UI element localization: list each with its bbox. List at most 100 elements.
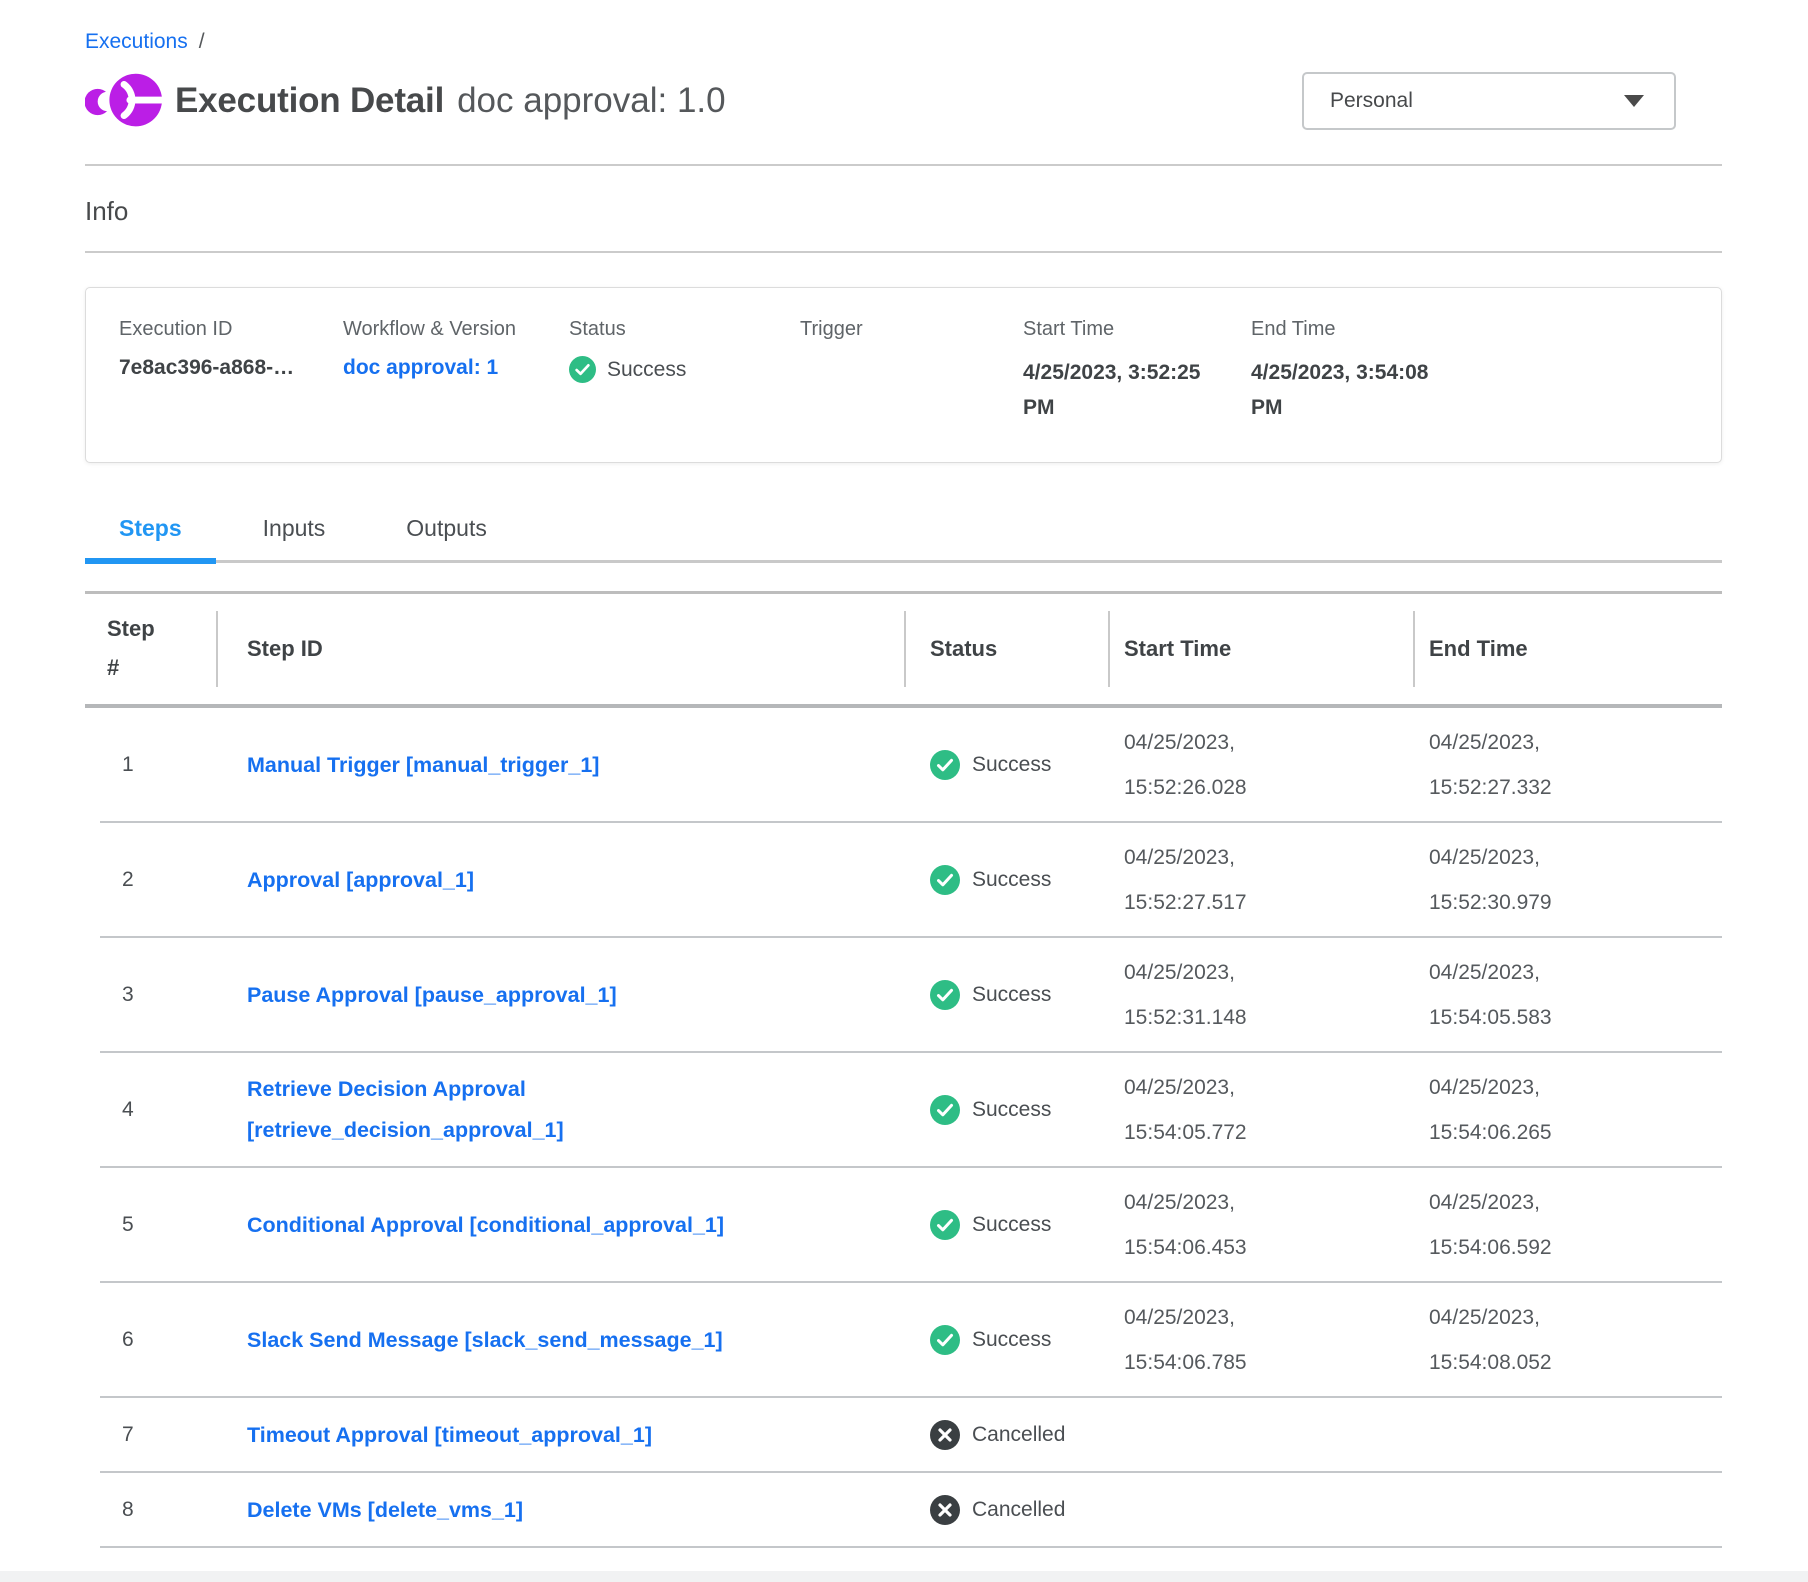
workspace-selector[interactable]: Personal (1302, 72, 1676, 130)
step-status-text: Success (972, 753, 1051, 777)
step-id-link[interactable]: Slack Send Message [slack_send_message_1… (247, 1320, 723, 1361)
step-status: Success (904, 1325, 1108, 1355)
step-number: 1 (85, 753, 216, 777)
table-row: 3 Pause Approval [pause_approval_1] Succ… (85, 938, 1722, 1053)
step-number: 8 (85, 1498, 216, 1522)
step-status-text: Success (972, 868, 1051, 892)
table-row: 6 Slack Send Message [slack_send_message… (85, 1283, 1722, 1398)
steps-table: Step # Step ID Status Start Time End Tim… (85, 591, 1722, 1548)
column-header-step-id: Step ID (216, 594, 904, 704)
success-check-icon (930, 1095, 960, 1125)
step-id-link[interactable]: Retrieve Decision Approval [retrieve_dec… (247, 1069, 807, 1151)
info-divider (85, 251, 1722, 253)
step-status-text: Success (972, 983, 1051, 1007)
field-end-time: End Time 4/25/2023, 3:54:08 PM (1251, 318, 1501, 426)
step-status: Success (904, 1095, 1108, 1125)
step-end-time: 04/25/2023, 15:54:08.052 (1413, 1295, 1603, 1385)
step-id-link[interactable]: Pause Approval [pause_approval_1] (247, 975, 617, 1016)
execution-status-text: Success (607, 358, 686, 382)
step-status-text: Success (972, 1213, 1051, 1237)
step-number: 7 (85, 1423, 216, 1447)
tab-inputs[interactable]: Inputs (229, 507, 360, 560)
success-check-icon (930, 1325, 960, 1355)
success-check-icon (569, 356, 596, 383)
field-label: Trigger (800, 318, 1023, 341)
chevron-down-icon (1624, 95, 1644, 107)
workspace-selector-value: Personal (1330, 89, 1413, 113)
step-id-link[interactable]: Approval [approval_1] (247, 860, 474, 901)
step-end-time: 04/25/2023, 15:52:27.332 (1413, 720, 1603, 810)
cancelled-x-icon (930, 1420, 960, 1450)
step-start-time: 04/25/2023, 15:54:06.453 (1108, 1180, 1298, 1270)
step-status: Success (904, 750, 1108, 780)
workflow-version-link[interactable]: doc approval: 1 (343, 356, 498, 380)
page-subtitle: doc approval: 1.0 (457, 81, 726, 121)
field-execution-id: Execution ID 7e8ac396-a868-… (119, 318, 343, 426)
step-status: Success (904, 865, 1108, 895)
tab-outputs[interactable]: Outputs (372, 507, 521, 560)
table-row: 7 Timeout Approval [timeout_approval_1] … (85, 1398, 1722, 1473)
step-number: 3 (85, 983, 216, 1007)
step-status-text: Success (972, 1098, 1051, 1122)
step-number: 2 (85, 868, 216, 892)
field-status: Status Success (569, 318, 800, 426)
cancelled-x-icon (930, 1495, 960, 1525)
step-status: Success (904, 1210, 1108, 1240)
field-trigger: Trigger (800, 318, 1023, 426)
step-status: Cancelled (904, 1420, 1108, 1450)
field-workflow-version: Workflow & Version doc approval: 1 (343, 318, 569, 426)
field-label: Start Time (1023, 318, 1251, 341)
breadcrumb-executions-link[interactable]: Executions (85, 30, 188, 54)
step-end-time: 04/25/2023, 15:54:05.583 (1413, 950, 1603, 1040)
column-header-end-time: End Time (1413, 594, 1722, 704)
workflow-logo-icon (85, 73, 163, 129)
step-number: 4 (85, 1098, 216, 1122)
bottom-strip (0, 1571, 1808, 1582)
header-divider (85, 164, 1722, 166)
table-row: 8 Delete VMs [delete_vms_1] Cancelled (85, 1473, 1722, 1548)
step-status-text: Cancelled (972, 1423, 1065, 1447)
info-section-heading: Info (85, 196, 1722, 227)
step-id-link[interactable]: Delete VMs [delete_vms_1] (247, 1490, 523, 1531)
field-label: Workflow & Version (343, 318, 569, 341)
table-row: 2 Approval [approval_1] Success 04/25/20… (85, 823, 1722, 938)
step-start-time: 04/25/2023, 15:54:06.785 (1108, 1295, 1298, 1385)
field-label: Execution ID (119, 318, 343, 341)
table-body: 1 Manual Trigger [manual_trigger_1] Succ… (85, 708, 1722, 1548)
step-number: 6 (85, 1328, 216, 1352)
field-label: Status (569, 318, 800, 341)
step-start-time: 04/25/2023, 15:52:27.517 (1108, 835, 1298, 925)
breadcrumb: Executions / (85, 0, 1722, 54)
table-row: 4 Retrieve Decision Approval [retrieve_d… (85, 1053, 1722, 1168)
table-row: 5 Conditional Approval [conditional_appr… (85, 1168, 1722, 1283)
success-check-icon (930, 1210, 960, 1240)
column-header-start-time: Start Time (1108, 594, 1413, 704)
end-time-value: 4/25/2023, 3:54:08 PM (1251, 356, 1451, 426)
success-check-icon (930, 980, 960, 1010)
tab-steps[interactable]: Steps (85, 507, 216, 560)
execution-status: Success (569, 356, 800, 383)
success-check-icon (930, 750, 960, 780)
table-row: 1 Manual Trigger [manual_trigger_1] Succ… (85, 708, 1722, 823)
step-start-time: 04/25/2023, 15:52:26.028 (1108, 720, 1298, 810)
column-header-step-num: Step # (85, 594, 216, 704)
step-start-time: 04/25/2023, 15:52:31.148 (1108, 950, 1298, 1040)
step-status: Cancelled (904, 1495, 1108, 1525)
page-title: Execution Detail (175, 81, 444, 121)
step-id-link[interactable]: Conditional Approval [conditional_approv… (247, 1205, 724, 1246)
steps-table-header: Step # Step ID Status Start Time End Tim… (85, 591, 1722, 708)
step-end-time: 04/25/2023, 15:54:06.265 (1413, 1065, 1603, 1155)
step-id-link[interactable]: Timeout Approval [timeout_approval_1] (247, 1415, 652, 1456)
column-header-status: Status (904, 594, 1108, 704)
detail-tabs: Steps Inputs Outputs (85, 507, 1722, 563)
execution-detail-page: Executions / Execution Detail doc approv… (0, 0, 1808, 1582)
step-status-text: Cancelled (972, 1498, 1065, 1522)
title-row: Execution Detail doc approval: 1.0 Perso… (85, 70, 1722, 132)
info-card: Execution ID 7e8ac396-a868-… Workflow & … (85, 287, 1722, 463)
step-start-time: 04/25/2023, 15:54:05.772 (1108, 1065, 1298, 1155)
step-end-time: 04/25/2023, 15:54:06.592 (1413, 1180, 1603, 1270)
breadcrumb-separator: / (199, 30, 205, 54)
step-number: 5 (85, 1213, 216, 1237)
step-end-time: 04/25/2023, 15:52:30.979 (1413, 835, 1603, 925)
step-id-link[interactable]: Manual Trigger [manual_trigger_1] (247, 745, 599, 786)
